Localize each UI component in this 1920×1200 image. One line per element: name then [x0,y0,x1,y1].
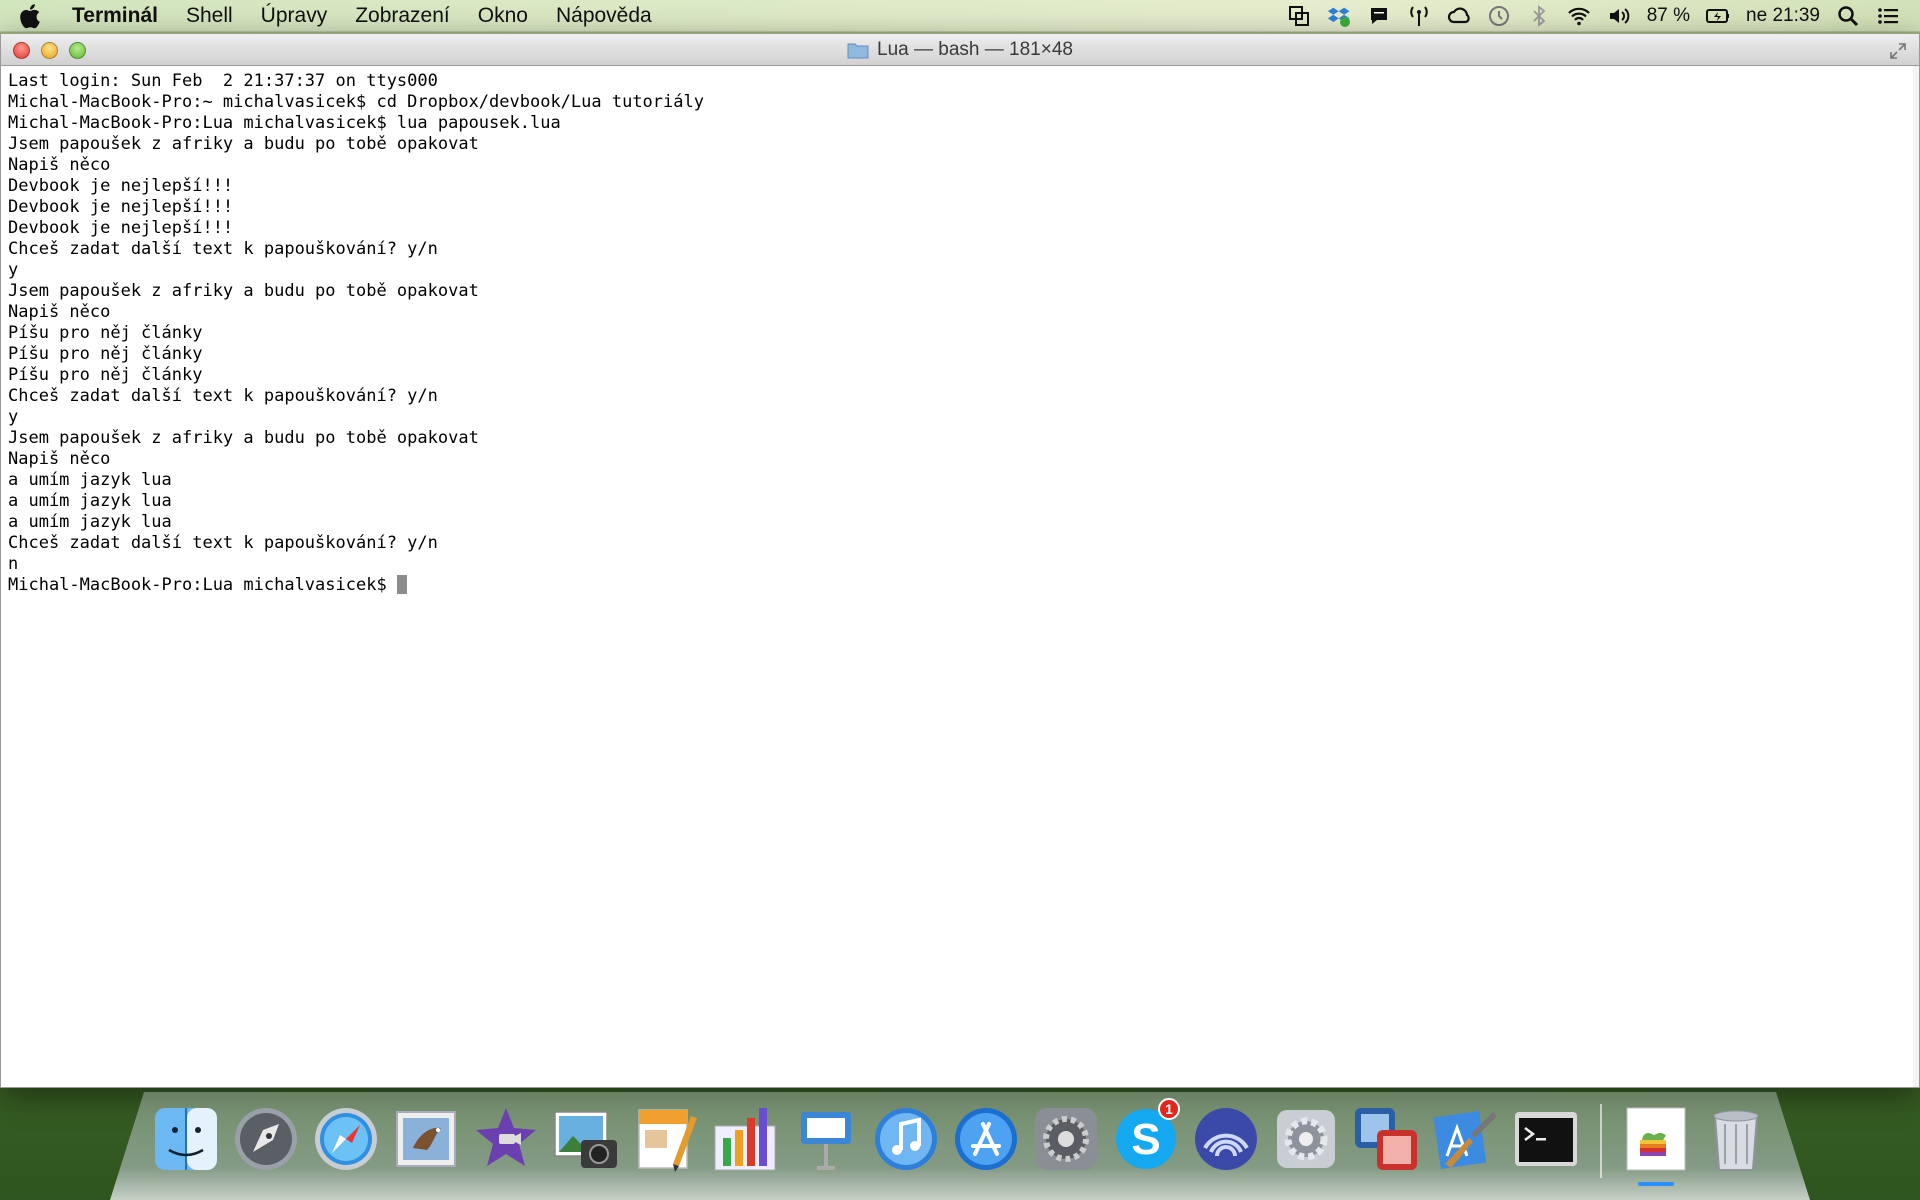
close-window-button[interactable] [13,42,30,59]
minimize-window-button[interactable] [41,42,58,59]
terminal-content[interactable]: Last login: Sun Feb 2 21:37:37 on ttys00… [1,66,1919,1087]
menu-bar: Terminál Shell Úpravy Zobrazení Okno Náp… [0,0,1920,32]
dock-separator [1600,1104,1602,1178]
terminal-line: Napiš něco [8,155,111,175]
finder-icon[interactable] [150,1100,222,1178]
system-preferences-icon[interactable] [1030,1100,1102,1178]
terminal-line: Jsem papoušek z afriky a budu po tobě op… [8,134,479,154]
wifi-icon[interactable] [1559,0,1599,32]
terminal-line: y [8,407,19,427]
terminal-line: Chceš zadat další text k papouškování? y… [8,386,438,406]
zoom-window-button[interactable] [69,42,86,59]
running-indicator [1638,1182,1674,1186]
shell-prompt: Michal-MacBook-Pro:Lua michalvasicek$ [8,575,397,595]
itunes-icon[interactable] [870,1100,942,1178]
notification-center-icon[interactable] [1868,0,1908,32]
terminal-line: y [8,260,19,280]
trash-icon[interactable] [1700,1100,1772,1178]
terminal-line: Chceš zadat další text k papouškování? y… [8,239,438,259]
keynote-icon[interactable] [790,1100,862,1178]
window-titlebar[interactable]: Lua — bash — 181×48 [1,34,1919,66]
launchpad-icon[interactable] [230,1100,302,1178]
menu-window[interactable]: Okno [464,0,542,32]
terminal-icon[interactable] [1510,1100,1582,1178]
menu-clock[interactable]: ne 21:39 [1738,5,1828,27]
terminal-line: Last login: Sun Feb 2 21:37:37 on ttys00… [8,71,438,91]
folder-icon [847,41,869,59]
terminal-line: Jsem papoušek z afriky a budu po tobě op… [8,428,479,448]
terminal-line: Devbook je nejlepší!!! [8,176,234,196]
terminal-line: Devbook je nejlepší!!! [8,197,234,217]
battery-charging-icon[interactable] [1698,0,1738,32]
terminal-window: Lua — bash — 181×48 Last login: Sun Feb … [0,33,1920,1088]
skype-notification-badge: 1 [1158,1098,1180,1120]
terminal-line: Michal-MacBook-Pro:Lua michalvasicek$ lu… [8,113,561,133]
imovie-icon[interactable] [470,1100,542,1178]
pages-icon[interactable] [630,1100,702,1178]
scrollbar[interactable] [1913,66,1919,1087]
menu-shell[interactable]: Shell [172,0,247,32]
fullscreen-icon[interactable] [1889,42,1907,60]
terminal-prompt-line[interactable]: Michal-MacBook-Pro:Lua michalvasicek$ [8,575,1912,596]
terminal-line: Napiš něco [8,449,111,469]
dock-icons: S 1 [150,1098,1772,1186]
terminal-line: a umím jazyk lua [8,470,172,490]
apple-logo-icon[interactable] [1620,1100,1692,1186]
mail-icon[interactable] [390,1100,462,1178]
terminal-line: Devbook je nejlepší!!! [8,218,234,238]
menu-help[interactable]: Nápověda [542,0,666,32]
terminal-line: Jsem papoušek z afriky a budu po tobě op… [8,281,479,301]
svg-text:S: S [1131,1115,1160,1164]
window-title: Lua — bash — 181×48 [877,38,1073,60]
airdrop-antenna-icon[interactable] [1399,0,1439,32]
menu-app-terminal[interactable]: Terminál [58,0,172,32]
dropbox-icon[interactable] [1319,0,1359,32]
creative-cloud-icon[interactable] [1439,0,1479,32]
terminal-line: Píšu pro něj články [8,344,203,364]
terminal-line: Michal-MacBook-Pro:~ michalvasicek$ cd D… [8,92,704,112]
iphoto-icon[interactable] [550,1100,622,1178]
terminal-line: n [8,554,19,574]
terminal-line: Píšu pro něj články [8,323,203,343]
app-store-icon[interactable] [950,1100,1022,1178]
xcode-icon[interactable] [1430,1100,1502,1178]
utilities-gear-icon[interactable] [1270,1100,1342,1178]
parallels-icon[interactable] [1350,1100,1422,1178]
screen-sharing-icon[interactable] [1279,0,1319,32]
menu-view[interactable]: Zobrazení [341,0,464,32]
battery-percent[interactable]: 87 % [1639,5,1698,27]
chat-icon[interactable] [1359,0,1399,32]
menu-edit[interactable]: Úpravy [247,0,342,32]
numbers-icon[interactable] [710,1100,782,1178]
time-machine-icon[interactable] [1479,0,1519,32]
terminal-line: Napiš něco [8,302,111,322]
terminal-line: a umím jazyk lua [8,491,172,511]
terminal-line: Píšu pro něj články [8,365,203,385]
apple-menu-icon[interactable] [0,2,58,30]
skype-icon[interactable]: S 1 [1110,1098,1182,1178]
terminal-output: Last login: Sun Feb 2 21:37:37 on ttys00… [8,71,1912,575]
safari-icon[interactable] [310,1100,382,1178]
terminal-line: a umím jazyk lua [8,512,172,532]
volume-icon[interactable] [1599,0,1639,32]
torrent-icon[interactable] [1190,1100,1262,1178]
bluetooth-icon[interactable] [1519,0,1559,32]
terminal-line: Chceš zadat další text k papouškování? y… [8,533,438,553]
text-cursor [396,575,407,594]
spotlight-search-icon[interactable] [1828,0,1868,32]
